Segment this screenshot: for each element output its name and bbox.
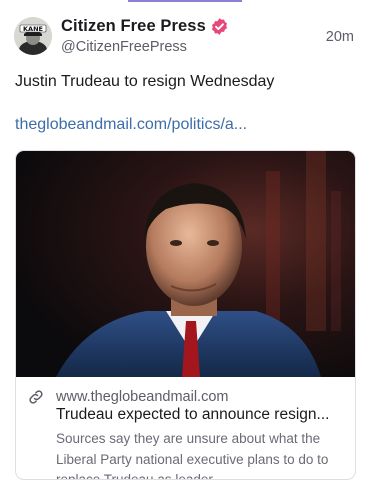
- link-preview-domain: www.theglobeandmail.com: [56, 389, 229, 405]
- avatar-image: KANE: [14, 17, 52, 55]
- post-link[interactable]: theglobeandmail.com/politics/a...: [15, 116, 247, 134]
- post-header: KANE Citizen Free Press @CitizenFreePres…: [14, 15, 356, 59]
- avatar-lettering: KANE: [23, 25, 43, 33]
- post-text: Justin Trudeau to resign Wednesday: [15, 73, 275, 90]
- link-icon: [27, 388, 45, 406]
- verified-badge-icon: [210, 17, 229, 36]
- author-display-name[interactable]: Citizen Free Press: [61, 17, 206, 36]
- post[interactable]: KANE Citizen Free Press @CitizenFreePres…: [0, 0, 369, 500]
- avatar[interactable]: KANE: [14, 17, 52, 55]
- link-preview-image[interactable]: [16, 151, 355, 377]
- link-preview-description: Sources say they are unsure about what t…: [56, 431, 329, 480]
- link-preview-card[interactable]: www.theglobeandmail.com Trudeau expected…: [15, 150, 356, 480]
- link-preview-title[interactable]: Trudeau expected to announce resign...: [56, 406, 348, 424]
- author-handle[interactable]: @CitizenFreePress: [61, 39, 229, 55]
- post-timestamp[interactable]: 20m: [326, 29, 354, 45]
- link-preview-domain-row: www.theglobeandmail.com: [27, 388, 228, 406]
- author-names: Citizen Free Press @CitizenFreePress: [61, 15, 229, 55]
